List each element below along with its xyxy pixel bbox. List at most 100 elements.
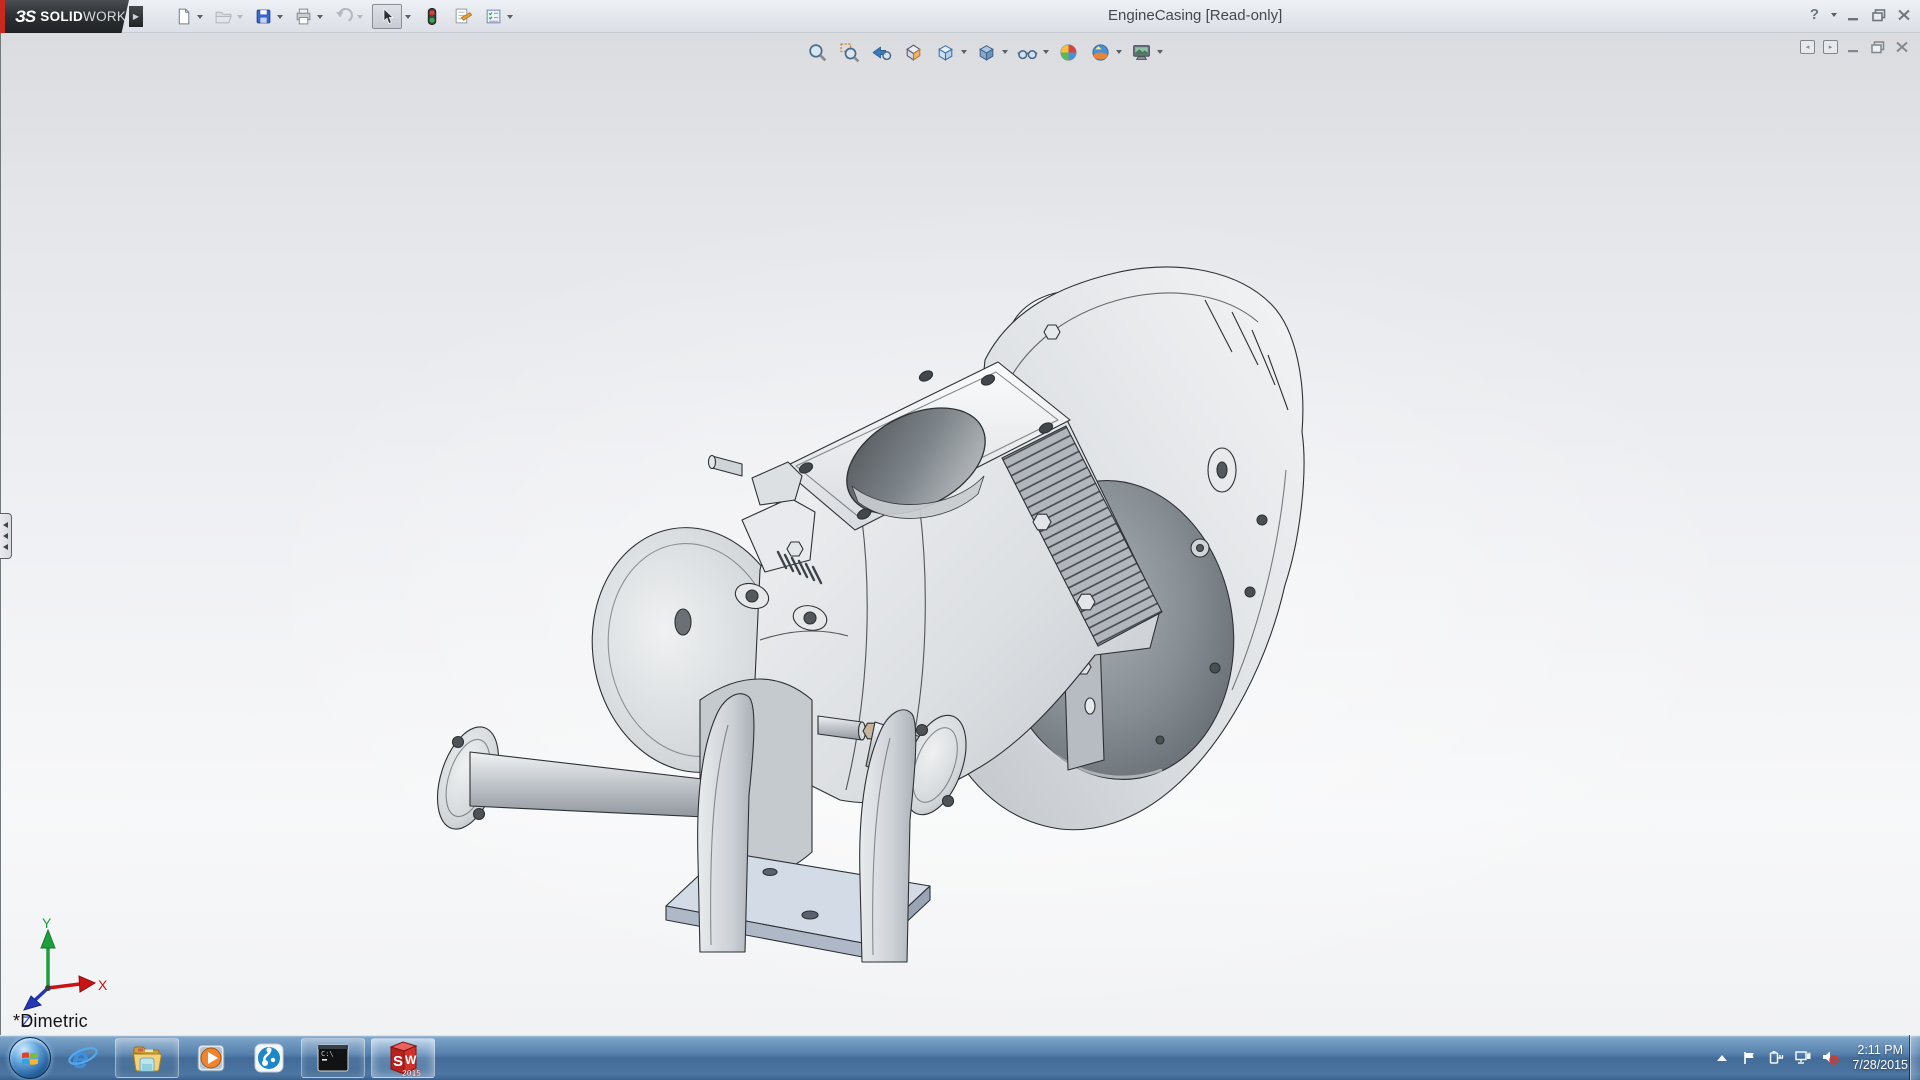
display-style-button[interactable] xyxy=(973,39,999,65)
clock-time: 2:11 PM xyxy=(1852,1043,1908,1058)
section-view-button[interactable] xyxy=(900,39,926,65)
model-canvas: Y X Z xyxy=(0,33,1920,1035)
rebuild-button[interactable] xyxy=(420,6,442,28)
file-properties-icon xyxy=(453,7,472,26)
hide-show-items-dropdown[interactable] xyxy=(1043,50,1049,54)
section-view-icon xyxy=(903,42,924,63)
collapse-arrow-icon xyxy=(3,522,8,528)
view-orientation-button[interactable] xyxy=(932,39,958,65)
media-player-icon xyxy=(195,1042,227,1074)
zoom-to-fit-button[interactable] xyxy=(804,39,830,65)
start-button[interactable] xyxy=(9,1037,51,1079)
taskbar-clock[interactable]: 2:11 PM 7/28/2015 xyxy=(1852,1043,1908,1073)
taskbar-media-player[interactable] xyxy=(185,1038,237,1078)
previous-view-icon xyxy=(871,42,892,63)
options-dropdown[interactable] xyxy=(507,15,513,19)
main-toolbar xyxy=(172,3,522,30)
open-dropdown[interactable] xyxy=(237,15,243,19)
print-icon xyxy=(294,7,313,26)
save-dropdown[interactable] xyxy=(277,15,283,19)
save-button[interactable] xyxy=(252,6,274,28)
view-settings-dropdown[interactable] xyxy=(1157,50,1163,54)
close-button[interactable] xyxy=(1896,8,1912,22)
triad-x-label: X xyxy=(98,977,108,993)
zoom-to-fit-icon xyxy=(807,42,828,63)
new-button[interactable] xyxy=(172,6,194,28)
new-document-icon xyxy=(174,7,193,26)
display-network-icon[interactable] xyxy=(1794,1049,1812,1067)
taskbar-windows-explorer[interactable] xyxy=(115,1038,179,1078)
collapse-pane-right-button[interactable]: ▸ xyxy=(1823,40,1838,54)
titlebar: ЗS SOLIDWORKS ▶ EngineCasing xyxy=(0,0,1920,33)
view-settings-button[interactable] xyxy=(1128,39,1154,65)
explorer-folder-icon xyxy=(130,1043,164,1073)
solidworks-2015-icon: S W 2015 xyxy=(384,1038,422,1078)
brand-name-bold: SOLID xyxy=(40,9,83,24)
file-properties-button[interactable] xyxy=(451,6,473,28)
restore-button[interactable] xyxy=(1871,8,1887,22)
zoom-to-area-button[interactable] xyxy=(836,39,862,65)
document-title: EngineCasing [Read-only] xyxy=(1108,7,1282,24)
help-dropdown[interactable] xyxy=(1831,13,1837,17)
collapse-arrow-icon xyxy=(3,544,8,550)
action-center-flag-icon[interactable] xyxy=(1740,1049,1758,1067)
new-dropdown[interactable] xyxy=(197,15,203,19)
apply-scene-button[interactable] xyxy=(1087,39,1113,65)
windows-taskbar: e C:\ xyxy=(0,1035,1920,1080)
view-orientation-label: *Dimetric xyxy=(13,1011,88,1032)
svg-text:C:\: C:\ xyxy=(321,1050,334,1058)
doc-close-button[interactable] xyxy=(1894,40,1910,54)
open-folder-icon xyxy=(214,7,233,26)
windows-flag-icon xyxy=(19,1048,41,1068)
display-style-dropdown[interactable] xyxy=(1002,50,1008,54)
collapse-arrow-icon xyxy=(3,533,8,539)
doc-minimize-button[interactable] xyxy=(1846,40,1862,54)
headsup-view-toolbar xyxy=(804,37,1169,67)
options-checklist-icon xyxy=(484,7,503,26)
collapse-pane-left-button[interactable]: ◂ xyxy=(1800,40,1815,54)
undo-button[interactable] xyxy=(332,6,354,28)
svg-text:e: e xyxy=(72,1042,89,1075)
engine-casing-model[interactable] xyxy=(426,267,1304,962)
taskbar-solidworks-2015[interactable]: S W 2015 xyxy=(371,1038,435,1078)
open-button[interactable] xyxy=(212,6,234,28)
solidworks-logo[interactable]: ЗS SOLIDWORKS xyxy=(5,0,129,33)
apply-scene-dropdown[interactable] xyxy=(1116,50,1122,54)
taskbar-command-prompt[interactable]: C:\ xyxy=(301,1038,365,1078)
print-button[interactable] xyxy=(292,6,314,28)
featuremanager-splitter-handle[interactable] xyxy=(0,513,12,559)
display-style-icon xyxy=(976,42,997,63)
undo-dropdown[interactable] xyxy=(357,15,363,19)
doc-restore-button[interactable] xyxy=(1870,40,1886,54)
taskbar-internet-explorer[interactable]: e xyxy=(57,1038,109,1078)
view-settings-monitor-icon xyxy=(1131,42,1152,63)
power-plug-icon[interactable] xyxy=(1767,1049,1785,1067)
options-button[interactable] xyxy=(482,6,504,28)
volume-muted-icon[interactable] xyxy=(1821,1049,1839,1067)
show-desktop-button[interactable] xyxy=(1909,1035,1920,1080)
select-button[interactable] xyxy=(372,4,402,29)
print-dropdown[interactable] xyxy=(317,15,323,19)
brand-name-light: WORKS xyxy=(83,9,136,24)
triad-y-label: Y xyxy=(42,915,52,931)
taskbar-share-app[interactable] xyxy=(243,1038,295,1078)
select-cursor-icon xyxy=(379,8,395,25)
hide-show-items-button[interactable] xyxy=(1014,39,1040,65)
apply-scene-icon xyxy=(1090,42,1111,63)
clock-date: 7/28/2015 xyxy=(1852,1058,1908,1073)
select-dropdown[interactable] xyxy=(405,15,411,19)
view-orientation-dropdown[interactable] xyxy=(961,50,967,54)
system-tray: 2:11 PM 7/28/2015 xyxy=(1713,1035,1908,1080)
previous-view-button[interactable] xyxy=(868,39,894,65)
svg-text:W: W xyxy=(405,1053,417,1067)
view-orientation-cube-icon xyxy=(935,42,956,63)
ds-logo-glyph: ЗS xyxy=(15,7,35,27)
minimize-button[interactable] xyxy=(1846,8,1862,22)
command-prompt-icon: C:\ xyxy=(316,1043,350,1073)
help-button[interactable]: ? xyxy=(1810,6,1819,23)
edit-appearance-button[interactable] xyxy=(1055,39,1081,65)
show-hidden-icons-button[interactable] xyxy=(1713,1049,1731,1067)
share-app-icon xyxy=(253,1042,285,1074)
svg-text:2015: 2015 xyxy=(402,1068,421,1078)
menu-expand-arrow[interactable]: ▶ xyxy=(129,6,143,27)
